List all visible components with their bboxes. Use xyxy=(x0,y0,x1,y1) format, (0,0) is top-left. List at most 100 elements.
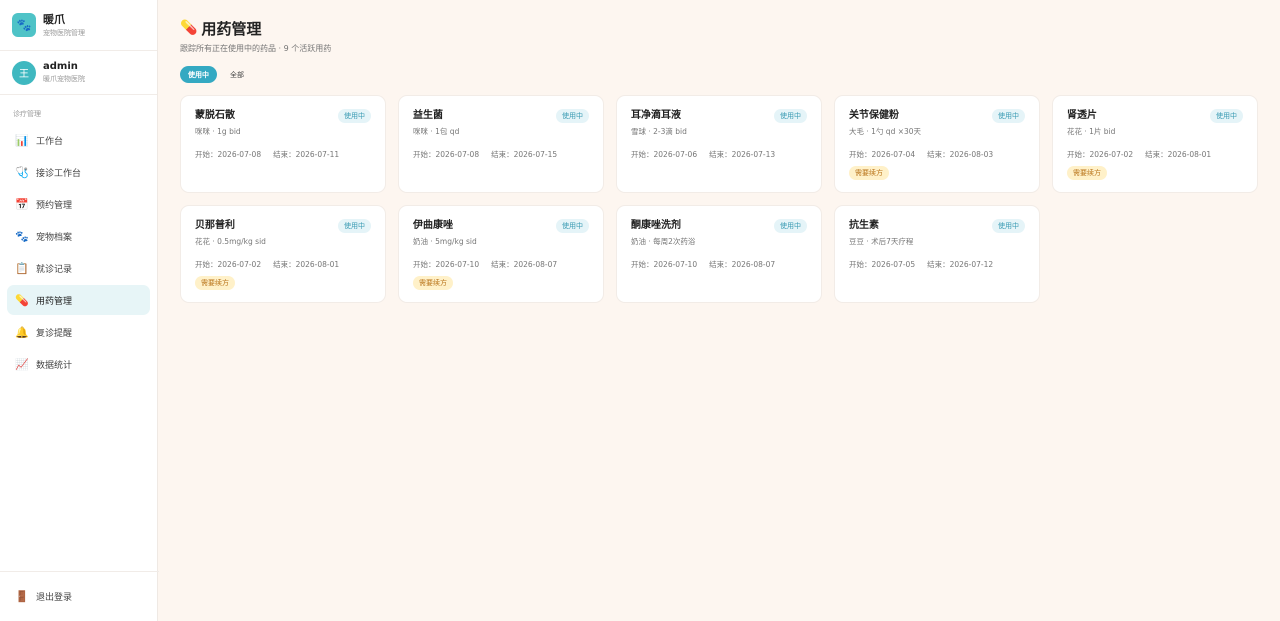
sidebar-item-label: 用药管理 xyxy=(36,296,73,307)
medication-card[interactable]: 肾透片 使用中 花花 · 1片 bid 开始：2026-07-02 结束：202… xyxy=(1052,95,1258,193)
medication-grid: 蒙脱石散 使用中 咪咪 · 1g bid 开始：2026-07-08 结束：20… xyxy=(180,95,1258,303)
sidebar-item-label: 宠物档案 xyxy=(36,232,73,243)
end-date: 结束：2026-07-13 xyxy=(709,150,776,159)
medication-card[interactable]: 伊曲康唑 使用中 奶油 · 5mg/kg sid 开始：2026-07-10 结… xyxy=(398,205,604,303)
medication-dose: 奶油 · 5mg/kg sid xyxy=(413,237,477,246)
sidebar-item-followup-reminders[interactable]: 🔔 复诊提醒 xyxy=(7,317,150,347)
user-org: 暖爪宠物医院 xyxy=(43,75,85,83)
sidebar-item-reception[interactable]: 🩺 接诊工作台 xyxy=(7,157,150,187)
user-name: admin xyxy=(43,61,78,72)
bar-chart-icon: 📊 xyxy=(15,133,29,147)
sidebar-item-appointments[interactable]: 📅 预约管理 xyxy=(7,189,150,219)
start-date: 开始：2026-07-02 xyxy=(1067,150,1134,159)
medication-card[interactable]: 蒙脱石散 使用中 咪咪 · 1g bid 开始：2026-07-08 结束：20… xyxy=(180,95,386,193)
medication-dates: 开始：2026-07-10 结束：2026-08-07 xyxy=(413,259,589,270)
start-date: 开始：2026-07-10 xyxy=(413,260,480,269)
nav-section-title: 诊疗管理 xyxy=(13,110,41,118)
pill-icon: 💊 xyxy=(180,20,198,36)
brand-name: 暖爪 xyxy=(43,12,65,26)
clipboard-icon: 📋 xyxy=(15,261,29,275)
calendar-icon: 📅 xyxy=(15,197,29,211)
sidebar-item-label: 复诊提醒 xyxy=(36,328,73,339)
sidebar-item-label: 工作台 xyxy=(36,136,64,147)
medication-dose: 大毛 · 1勺 qd ×30天 xyxy=(849,127,922,136)
sidebar-item-statistics[interactable]: 📈 数据统计 xyxy=(7,349,150,379)
sidebar-item-dashboard[interactable]: 📊 工作台 xyxy=(7,125,150,155)
filter-tabs: 使用中 全部 xyxy=(180,66,1258,83)
medication-card[interactable]: 抗生素 使用中 豆豆 · 术后7天疗程 开始：2026-07-05 结束：202… xyxy=(834,205,1040,303)
medication-dose: 咪咪 · 1包 qd xyxy=(413,127,460,136)
end-date: 结束：2026-07-11 xyxy=(273,150,340,159)
avatar: 王 xyxy=(12,60,36,85)
door-icon: 🚪 xyxy=(15,590,29,603)
renew-badge: 需要续方 xyxy=(849,166,889,180)
status-badge: 使用中 xyxy=(338,219,371,233)
brand-subtitle: 宠物医院管理 xyxy=(43,28,85,37)
paw-logo-icon: 🐾 xyxy=(12,13,36,37)
status-badge: 使用中 xyxy=(992,109,1025,123)
end-date: 结束：2026-08-01 xyxy=(273,260,340,269)
sidebar-item-label: 就诊记录 xyxy=(36,264,73,275)
medication-dates: 开始：2026-07-08 结束：2026-07-15 xyxy=(413,149,589,160)
medication-card[interactable]: 贝那普利 使用中 花花 · 0.5mg/kg sid 开始：2026-07-02… xyxy=(180,205,386,303)
renew-badge: 需要续方 xyxy=(195,276,235,290)
page-title-text: 用药管理 xyxy=(201,19,262,38)
page-subtitle: 跟踪所有正在使用中的药品 · 9 个活跃用药 xyxy=(180,44,332,53)
medication-dose: 花花 · 0.5mg/kg sid xyxy=(195,237,266,246)
sidebar-nav: 📊 工作台 🩺 接诊工作台 📅 预约管理 🐾 宠物档案 📋 就诊记录 💊 用药管… xyxy=(0,125,157,381)
paw-icon: 🐾 xyxy=(15,229,29,243)
medication-card[interactable]: 关节保健粉 使用中 大毛 · 1勺 qd ×30天 开始：2026-07-04 … xyxy=(834,95,1040,193)
user-text: admin 暖爪宠物医院 xyxy=(43,61,85,84)
medication-dates: 开始：2026-07-02 结束：2026-08-01 xyxy=(195,259,371,270)
user-profile[interactable]: 王 admin 暖爪宠物医院 xyxy=(0,51,157,95)
medication-dose: 雪球 · 2-3滴 bid xyxy=(631,127,687,136)
logout-button[interactable]: 🚪 退出登录 xyxy=(0,571,159,621)
medication-card[interactable]: 耳净滴耳液 使用中 雪球 · 2-3滴 bid 开始：2026-07-06 结束… xyxy=(616,95,822,193)
start-date: 开始：2026-07-05 xyxy=(849,260,916,269)
stethoscope-icon: 🩺 xyxy=(15,165,29,179)
sidebar: 🐾 暖爪 宠物医院管理 王 admin 暖爪宠物医院 诊疗管理 📊 工作台 🩺 … xyxy=(0,0,159,621)
status-badge: 使用中 xyxy=(992,219,1025,233)
status-badge: 使用中 xyxy=(556,219,589,233)
start-date: 开始：2026-07-10 xyxy=(631,260,698,269)
start-date: 开始：2026-07-06 xyxy=(631,150,698,159)
medication-dates: 开始：2026-07-05 结束：2026-07-12 xyxy=(849,259,1025,270)
end-date: 结束：2026-07-15 xyxy=(491,150,558,159)
status-badge: 使用中 xyxy=(338,109,371,123)
medication-card[interactable]: 益生菌 使用中 咪咪 · 1包 qd 开始：2026-07-08 结束：2026… xyxy=(398,95,604,193)
medication-dates: 开始：2026-07-08 结束：2026-07-11 xyxy=(195,149,371,160)
sidebar-item-visit-records[interactable]: 📋 就诊记录 xyxy=(7,253,150,283)
medication-dose: 奶油 · 每周2次药浴 xyxy=(631,237,696,246)
end-date: 结束：2026-08-03 xyxy=(927,150,994,159)
tab-all[interactable]: 全部 xyxy=(222,66,252,83)
sidebar-item-label: 数据统计 xyxy=(36,360,73,371)
medication-dates: 开始：2026-07-06 结束：2026-07-13 xyxy=(631,149,807,160)
sidebar-item-medication[interactable]: 💊 用药管理 xyxy=(7,285,150,315)
medication-dose: 咪咪 · 1g bid xyxy=(195,127,241,136)
start-date: 开始：2026-07-08 xyxy=(195,150,262,159)
end-date: 结束：2026-08-07 xyxy=(491,260,558,269)
renew-badge: 需要续方 xyxy=(1067,166,1107,180)
page-title: 💊 用药管理 xyxy=(180,18,1258,38)
medication-dates: 开始：2026-07-04 结束：2026-08-03 xyxy=(849,149,1025,160)
medication-dates: 开始：2026-07-02 结束：2026-08-01 xyxy=(1067,149,1243,160)
app-root: 🐾 暖爪 宠物医院管理 王 admin 暖爪宠物医院 诊疗管理 📊 工作台 🩺 … xyxy=(0,0,1280,621)
end-date: 结束：2026-08-07 xyxy=(709,260,776,269)
status-badge: 使用中 xyxy=(1210,109,1243,123)
medication-dose: 豆豆 · 术后7天疗程 xyxy=(849,237,914,246)
sidebar-item-pet-records[interactable]: 🐾 宠物档案 xyxy=(7,221,150,251)
main-content: 💊 用药管理 跟踪所有正在使用中的药品 · 9 个活跃用药 使用中 全部 蒙脱石… xyxy=(158,0,1280,621)
start-date: 开始：2026-07-08 xyxy=(413,150,480,159)
end-date: 结束：2026-08-01 xyxy=(1145,150,1212,159)
line-chart-icon: 📈 xyxy=(15,357,29,371)
start-date: 开始：2026-07-02 xyxy=(195,260,262,269)
pill-icon: 💊 xyxy=(15,293,29,307)
brand[interactable]: 🐾 暖爪 宠物医院管理 xyxy=(0,0,157,51)
medication-card[interactable]: 酮康唑洗剂 使用中 奶油 · 每周2次药浴 开始：2026-07-10 结束：2… xyxy=(616,205,822,303)
sidebar-item-label: 接诊工作台 xyxy=(36,168,82,179)
status-badge: 使用中 xyxy=(774,109,807,123)
start-date: 开始：2026-07-04 xyxy=(849,150,916,159)
sidebar-item-label: 预约管理 xyxy=(36,200,73,211)
tab-in-use[interactable]: 使用中 xyxy=(180,66,217,83)
logout-label: 退出登录 xyxy=(36,593,73,603)
